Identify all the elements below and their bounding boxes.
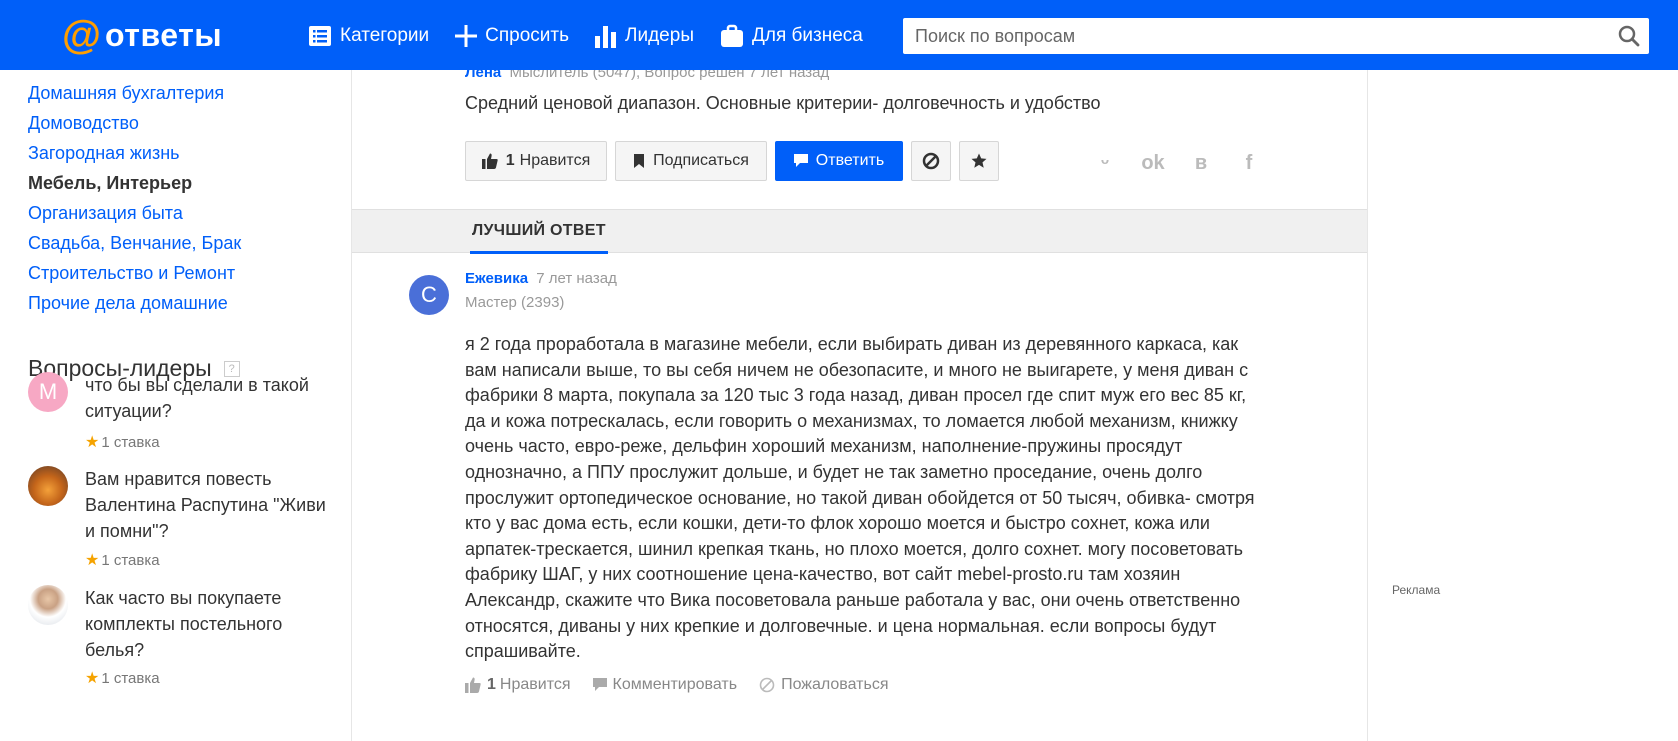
nav-ask[interactable]: Спросить [455,18,569,54]
answer-like-label: Нравится [499,676,571,693]
stake-badge: ★ 1 ставка [85,550,160,570]
answer-author[interactable]: Ежевика [465,270,528,287]
search-icon [1618,25,1640,47]
stake-label: 1 ставка [101,433,160,451]
right-column: Реклама [1368,70,1678,741]
question-author-meta: Мыслитель (5047), Вопрос решён 7 лет наз… [509,70,830,81]
answer-meta: Ежевика 7 лет назад [465,270,617,287]
answer-actions: 1 Нравится Комментировать Пожаловаться [465,676,911,694]
nav-leaders[interactable]: Лидеры [595,18,694,54]
like-label: Нравится [519,152,591,169]
main-nav: Категории Спросить Лидеры Для бизнеса [308,18,889,54]
avatar[interactable]: М [28,372,68,412]
vk-icon[interactable]: в [1177,152,1225,175]
nav-business-label: Для бизнеса [751,25,863,46]
avatar[interactable]: С [409,275,449,315]
star-icon: ★ [85,670,100,687]
plus-icon [455,25,478,47]
answers-tabs: ЛУЧШИЙ ОТВЕТ [352,209,1367,254]
left-sidebar: Домашняя бухгалтерия Домоводство Загород… [0,70,352,741]
question-text: Средний ценовой диапазон. Основные крите… [465,93,1101,113]
category-housekeeping[interactable]: Домоводство [28,108,241,138]
subscribe-label: Подписаться [653,152,749,169]
top-navigation-bar: @ ответы Категории Спросить Лидеры Для б… [0,0,1678,70]
search-input[interactable] [903,18,1609,54]
leader-question-link[interactable]: Вам нравится повесть Валентина Распутина… [85,466,335,544]
nav-categories[interactable]: Категории [308,18,429,54]
facebook-icon[interactable]: f [1225,152,1273,175]
share-buttons: ᵕ ok в f [1081,152,1273,175]
mail-share-icon[interactable]: ᵕ [1081,152,1129,175]
block-button[interactable] [911,141,951,181]
briefcase-icon [720,24,743,47]
ad-label: Реклама [1392,583,1441,597]
reply-label: Ответить [815,152,885,169]
category-wedding[interactable]: Свадьба, Венчание, Брак [28,228,241,258]
thumbs-up-icon [465,677,481,693]
nav-business[interactable]: Для бизнеса [720,18,863,54]
reply-button[interactable]: Ответить [775,141,903,181]
like-button[interactable]: 1 Нравится [465,141,607,181]
avatar[interactable] [28,585,68,625]
logo-at-sign: @ [62,13,102,57]
answer-author-rank: Мастер (2393) [465,294,565,311]
like-count: 1 [505,152,515,169]
report-button[interactable]: Пожаловаться [759,676,889,694]
question-meta: Лена Мыслитель (5047), Вопрос решён 7 ле… [465,70,829,81]
odnoklassniki-icon[interactable]: ok [1129,152,1177,175]
logo-text: ответы [105,16,223,53]
stake-badge: ★ 1 ставка [85,432,160,452]
search-box [903,18,1649,54]
star-icon: ★ [85,552,100,569]
block-icon [922,152,940,170]
category-home-accounting[interactable]: Домашняя бухгалтерия [28,78,241,108]
comment-button[interactable]: Комментировать [592,676,738,694]
report-icon [759,677,775,693]
question-actions: 1 Нравится Подписаться Ответить [465,141,1007,181]
answer-like-button[interactable]: 1 Нравится [465,676,571,694]
star-icon [971,153,987,168]
category-country-life[interactable]: Загородная жизнь [28,138,241,168]
category-list: Домашняя бухгалтерия Домоводство Загород… [28,78,241,318]
comment-icon [592,678,607,691]
category-household-organization[interactable]: Организация быта [28,198,241,228]
star-icon: ★ [85,434,100,451]
tab-best-answer[interactable]: ЛУЧШИЙ ОТВЕТ [470,210,608,254]
comment-label: Комментировать [612,676,738,693]
category-other-home[interactable]: Прочие дела домашние [28,288,241,318]
main-content: Лена Мыслитель (5047), Вопрос решён 7 ле… [352,70,1368,741]
nav-ask-label: Спросить [485,25,570,46]
stake-label: 1 ставка [101,669,160,687]
list-icon [309,26,331,46]
bar-chart-icon [595,26,617,48]
question-author[interactable]: Лена [465,70,501,81]
category-construction[interactable]: Строительство и Ремонт [28,258,241,288]
leader-question-link[interactable]: Как часто вы покупаете комплекты постель… [85,585,335,663]
nav-leaders-label: Лидеры [625,25,694,46]
subscribe-button[interactable]: Подписаться [615,141,767,181]
nav-categories-label: Категории [340,25,430,46]
thumbs-up-icon [481,153,498,169]
answer-like-count: 1 [487,676,496,693]
comment-icon [793,154,808,167]
bookmark-icon [634,154,645,168]
avatar[interactable] [28,466,68,506]
leader-question-link[interactable]: что бы вы сделали в такой ситуации? [85,372,335,424]
logo[interactable]: @ ответы [62,13,222,57]
report-label: Пожаловаться [781,676,889,693]
stake-badge: ★ 1 ставка [85,668,160,688]
favorite-button[interactable] [959,141,999,181]
category-furniture-interior[interactable]: Мебель, Интерьер [28,168,241,198]
search-button[interactable] [1609,18,1649,54]
stake-label: 1 ставка [101,551,160,569]
answer-text: я 2 года проработала в магазине мебели, … [465,334,1255,662]
answer-time: 7 лет назад [536,270,617,287]
